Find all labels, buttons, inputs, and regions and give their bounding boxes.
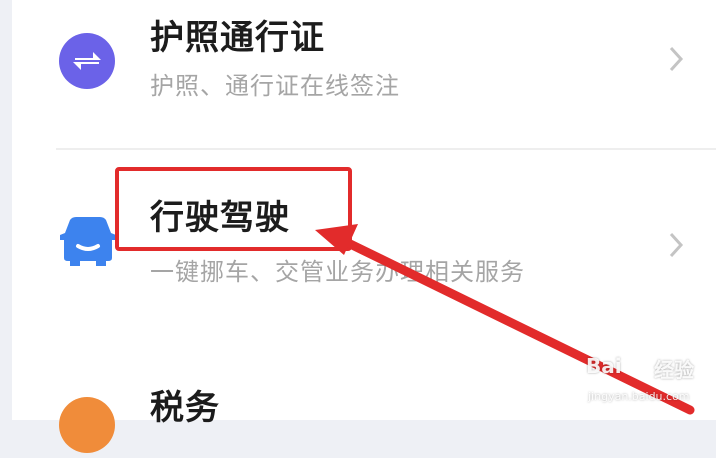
paw-icon: [630, 355, 651, 375]
watermark-brand: Bai: [586, 354, 622, 378]
watermark-url: jingyan.baidu.com: [588, 390, 690, 403]
baidu-watermark: Bai 经验 jingyan.baidu.com: [582, 352, 714, 418]
watermark-brand-cn: 经验: [654, 358, 694, 382]
